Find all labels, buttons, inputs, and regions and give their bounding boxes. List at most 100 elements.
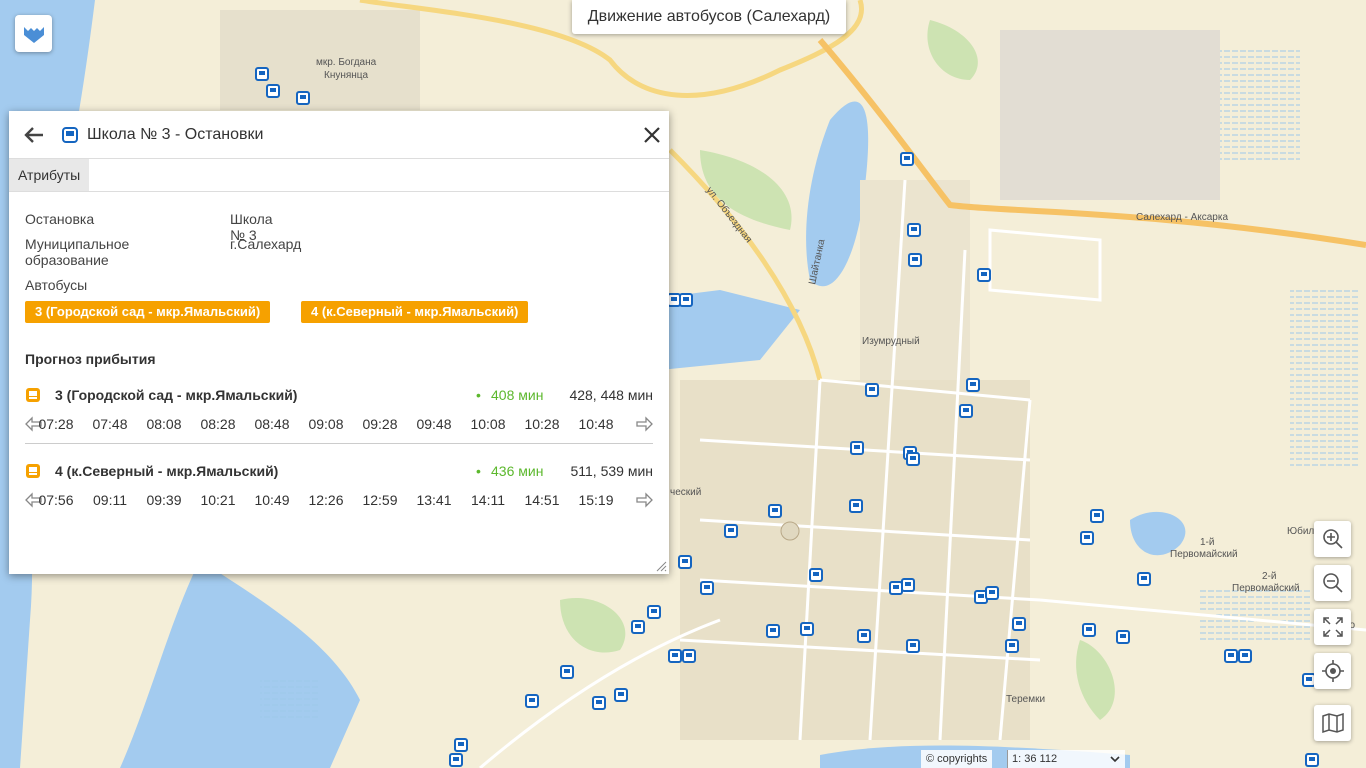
close-button[interactable] [639,122,665,148]
bus-stop-marker [908,253,922,267]
bus-stop-marker [525,694,539,708]
attribute-value: г.Салехард [230,236,302,252]
map-label-pervomaisky-1a: 1-й [1200,537,1214,548]
attribute-label: Муниципальное образование [25,236,130,268]
schedule-time: 10:48 [578,416,614,432]
map-label-salekhard-aksarka: Салехард - Аксарка [1136,212,1228,223]
bus-stop-marker [900,152,914,166]
tab-attributes[interactable]: Атрибуты [9,159,90,191]
bus-stop-marker [850,441,864,455]
bus-stop-marker [679,293,693,307]
schedule-time: 08:28 [200,416,236,432]
basemap-icon [1321,712,1344,734]
schedule-time: 07:28 [38,416,74,432]
route-tag[interactable]: 4 (к.Северный - мкр.Ямальский) [301,301,529,323]
landmark-icon [780,521,800,541]
bus-icon [62,126,78,143]
map-label-yubil: Юбил [1287,525,1314,537]
arrow-left-icon [24,126,43,143]
bus-stop-marker [901,578,915,592]
bus-stop-marker [682,649,696,663]
bus-stop-marker [906,452,920,466]
zoom-in-button[interactable] [1314,521,1351,557]
map-label-pervomaisky-2a: 2-й [1262,571,1276,582]
forecast-title: Прогноз прибытия [25,351,156,367]
bus-stop-marker [647,605,661,619]
forecast-status-dot: • [476,387,481,403]
logo-icon [23,26,44,43]
basemap-button[interactable] [1314,705,1351,741]
bus-stop-marker [668,649,682,663]
scroll-right-icon[interactable] [635,492,653,508]
bus-stop-marker [678,555,692,569]
locate-icon [1321,660,1344,682]
schedule-time: 14:51 [524,492,560,508]
bus-stop-marker [724,524,738,538]
bus-stop-marker [865,383,879,397]
schedule-time: 08:08 [146,416,182,432]
bus-icon [26,464,40,478]
schedule-times: 07:56 09:11 09:39 10:21 10:49 12:26 12:5… [25,491,653,513]
bus-stop-marker [454,738,468,752]
close-icon [644,127,660,143]
bus-stop-marker [700,581,714,595]
map-label-knunyanca: Кнунянца [324,70,369,81]
panel-title: Школа № 3 - Остановки [87,125,264,143]
scroll-right-icon[interactable] [635,416,653,432]
map-label-pervomaisky-1b: Первомайский [1170,549,1238,560]
route-tag[interactable]: 3 (Городской сад - мкр.Ямальский) [25,301,271,323]
fullscreen-icon [1322,617,1343,637]
schedule-time: 10:08 [470,416,506,432]
bus-stop-marker [266,84,280,98]
bus-stop-marker [667,293,681,307]
app-logo-button[interactable] [15,15,52,52]
bus-stop-marker [1080,531,1094,545]
resize-grip-icon[interactable] [655,560,667,572]
schedule-time: 14:11 [471,492,505,508]
scale-selector[interactable]: 1: 36 112 [1007,750,1125,768]
stop-info-panel: Школа № 3 - Остановки Атрибуты Остановка… [9,111,669,574]
bus-stop-marker [614,688,628,702]
forecast-next-arrival: 436 мин [491,463,544,479]
back-button[interactable] [21,122,47,148]
schedule-times: 07:28 07:48 08:08 08:28 08:48 09:08 09:2… [25,415,653,437]
bus-stop-marker [889,581,903,595]
map-label-teremki: Теремки [1006,694,1045,705]
attribute-label: Автобусы [25,277,88,293]
schedule-time: 09:39 [146,492,182,508]
bus-stop-marker [560,665,574,679]
locate-button[interactable] [1314,653,1351,689]
schedule-time: 12:26 [308,492,344,508]
bus-stop-marker [1224,649,1238,663]
bus-stop-marker [1238,649,1252,663]
schedule-time: 10:28 [524,416,560,432]
schedule-time: 07:56 [38,492,74,508]
forecast-route-name: 3 (Городской сад - мкр.Ямальский) [55,387,298,403]
bus-stop-marker [977,268,991,282]
bus-stop-marker [809,568,823,582]
schedule-time: 10:49 [254,492,290,508]
bus-stop-marker [1005,639,1019,653]
zoom-in-icon [1322,529,1343,549]
schedule-time: 13:41 [416,492,452,508]
copyright-link[interactable]: © copyrights [921,750,993,768]
forecast-following-arrivals: 511, 539 мин [570,463,653,479]
bus-stop-marker [1305,753,1319,767]
bus-stop-marker [849,499,863,513]
bus-stop-marker [985,586,999,600]
bus-stop-marker [449,753,463,767]
bus-stop-marker [907,223,921,237]
schedule-time: 10:21 [200,492,236,508]
map-title: Движение автобусов (Салехард) [572,0,846,34]
forecast-route-name: 4 (к.Северный - мкр.Ямальский) [55,463,279,479]
attribute-label: Остановка [25,211,95,227]
forecast-next-arrival: 408 мин [491,387,544,403]
fullscreen-button[interactable] [1314,609,1351,645]
bus-stop-marker [959,404,973,418]
bus-stop-marker [631,620,645,634]
zoom-out-button[interactable] [1314,565,1351,601]
schedule-time: 12:59 [362,492,398,508]
bus-stop-marker [766,624,780,638]
panel-header: Школа № 3 - Остановки [9,111,669,159]
bus-stop-marker [1090,509,1104,523]
